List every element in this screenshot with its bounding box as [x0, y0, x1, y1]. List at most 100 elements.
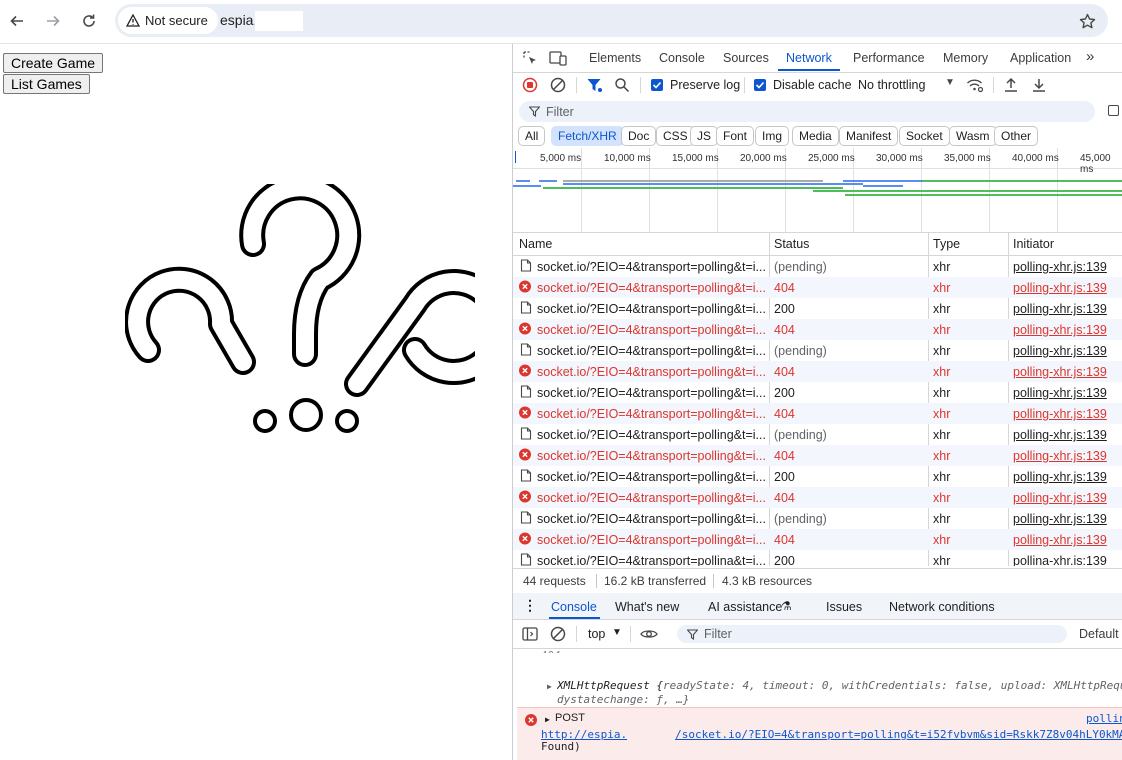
request-initiator[interactable]: polling-xhr.js:139	[1013, 281, 1121, 295]
error-url-link[interactable]: http://espia./socket.io/?EIO=4&transport…	[541, 726, 1122, 741]
filter-chip-img[interactable]: Img	[755, 126, 790, 146]
filter-chip-media[interactable]: Media	[792, 126, 839, 146]
drawer-tab-issues[interactable]: Issues	[826, 600, 862, 614]
request-initiator[interactable]: polling-xhr.js:139	[1013, 449, 1121, 463]
dropdown-arrow-icon[interactable]: ▼	[612, 627, 622, 638]
clear-console-button[interactable]	[549, 625, 567, 643]
request-initiator[interactable]: polling-xhr.js:139	[1013, 512, 1121, 526]
request-initiator[interactable]: polling-xhr.js:139	[1013, 470, 1121, 484]
url-text[interactable]: espia.	[220, 12, 257, 28]
expand-triangle-icon[interactable]: ▶	[547, 682, 552, 691]
export-har-button[interactable]	[1030, 76, 1048, 94]
network-filter-input[interactable]: Filter	[519, 101, 1095, 122]
drawer-tab-whats-new[interactable]: What's new	[615, 600, 679, 614]
filter-chip-wasm[interactable]: Wasm	[949, 126, 997, 146]
table-row[interactable]: socket.io/?EIO=4&transport=polling&t=i..…	[513, 361, 1122, 382]
search-button[interactable]	[613, 76, 631, 94]
log-levels-select[interactable]: Default	[1079, 627, 1119, 641]
table-row[interactable]: socket.io/?EIO=4&transport=polling&t=i..…	[513, 298, 1122, 319]
table-row[interactable]: socket.io/?EIO=4&transport=pollina&t=i..…	[513, 550, 1122, 566]
preserve-log-label[interactable]: Preserve log	[670, 78, 740, 92]
request-initiator[interactable]: polling-xhr.js:139	[1013, 260, 1121, 274]
table-row[interactable]: socket.io/?EIO=4&transport=polling&t=i..…	[513, 508, 1122, 529]
tab-performance[interactable]: Performance	[853, 51, 925, 65]
request-initiator[interactable]: polling-xhr.js:139	[1013, 302, 1121, 316]
drawer-tab-console[interactable]: Console	[551, 600, 597, 614]
filter-chip-css[interactable]: CSS	[656, 126, 695, 146]
import-har-button[interactable]	[1002, 76, 1020, 94]
column-header-status[interactable]: Status	[774, 237, 809, 251]
console-sidebar-button[interactable]	[521, 625, 539, 643]
table-row[interactable]: socket.io/?EIO=4&transport=polling&t=i..…	[513, 445, 1122, 466]
disable-cache-checkbox[interactable]	[754, 79, 766, 91]
tab-network[interactable]: Network	[786, 51, 832, 65]
filter-chip-fetch-xhr[interactable]: Fetch/XHR	[551, 126, 624, 146]
disable-cache-label[interactable]: Disable cache	[773, 78, 852, 92]
preserve-log-checkbox[interactable]	[651, 79, 663, 91]
context-select[interactable]: top	[588, 627, 605, 641]
request-initiator[interactable]: polling-xhr.js:139	[1013, 407, 1121, 421]
table-row[interactable]: socket.io/?EIO=4&transport=polling&t=i..…	[513, 529, 1122, 550]
throttling-select[interactable]: No throttling	[858, 78, 925, 92]
table-row[interactable]: socket.io/?EIO=4&transport=polling&t=i..…	[513, 319, 1122, 340]
request-initiator[interactable]: polling-xhr.js:139	[1013, 365, 1121, 379]
tab-application[interactable]: Application	[1010, 51, 1071, 65]
request-initiator[interactable]: polling-xhr.js:139	[1013, 386, 1121, 400]
clear-button[interactable]	[549, 76, 567, 94]
table-row[interactable]: socket.io/?EIO=4&transport=polling&t=i..…	[513, 382, 1122, 403]
dropdown-arrow-icon[interactable]: ▼	[945, 77, 955, 88]
network-conditions-button[interactable]	[965, 76, 985, 94]
table-row[interactable]: socket.io/?EIO=4&transport=polling&t=i..…	[513, 466, 1122, 487]
column-header-name[interactable]: Name	[519, 237, 552, 251]
drawer-menu-icon[interactable]: ⋮	[523, 597, 537, 614]
filter-chip-doc[interactable]: Doc	[621, 126, 657, 146]
tab-memory[interactable]: Memory	[943, 51, 988, 65]
request-initiator[interactable]: polling-xhr.js:139	[1013, 491, 1121, 505]
live-expression-button[interactable]	[639, 625, 659, 643]
tab-sources[interactable]: Sources	[723, 51, 769, 65]
console-filter-input[interactable]: Filter	[677, 625, 1067, 643]
site-info-chip[interactable]: Not secure	[118, 7, 218, 34]
request-initiator[interactable]: polling-xhr.js:139	[1013, 323, 1121, 337]
request-initiator[interactable]: polling-xhr.js:139	[1013, 533, 1121, 547]
back-button[interactable]	[5, 9, 29, 33]
table-row[interactable]: socket.io/?EIO=4&transport=polling&t=i..…	[513, 487, 1122, 508]
drawer-tab-ai-assistance[interactable]: AI assistance	[708, 600, 782, 614]
filter-chip-other[interactable]: Other	[994, 126, 1039, 146]
expand-triangle-icon[interactable]: ▶	[545, 715, 550, 724]
device-toolbar-button[interactable]	[549, 49, 567, 67]
console-object-line[interactable]: XMLHttpRequest {readyState: 4, timeout: …	[557, 679, 1122, 692]
more-tabs-chevron-icon[interactable]: »	[1086, 48, 1094, 65]
filter-toggle-button[interactable]	[585, 76, 603, 94]
request-initiator[interactable]: pollina-xhr.is:139	[1013, 554, 1121, 566]
filter-chip-all[interactable]: All	[518, 126, 546, 146]
request-initiator[interactable]: polling-xhr.js:139	[1013, 344, 1121, 358]
invert-filter-checkbox[interactable]	[1108, 105, 1119, 116]
reload-button[interactable]	[77, 9, 101, 33]
request-initiator[interactable]: polling-xhr.js:139	[1013, 428, 1121, 442]
inspect-element-button[interactable]	[521, 49, 539, 67]
address-bar[interactable]: Not secure espia.	[115, 4, 1108, 37]
bookmark-button[interactable]	[1075, 9, 1099, 33]
download-icon	[1033, 79, 1045, 92]
column-header-type[interactable]: Type	[933, 237, 960, 251]
table-row[interactable]: socket.io/?EIO=4&transport=polling&t=i..…	[513, 424, 1122, 445]
tab-elements[interactable]: Elements	[589, 51, 641, 65]
drawer-tab-network-conditions[interactable]: Network conditions	[889, 600, 995, 614]
forward-button[interactable]	[41, 9, 65, 33]
table-row[interactable]: socket.io/?EIO=4&transport=polling&t=i..…	[513, 277, 1122, 298]
table-row[interactable]: socket.io/?EIO=4&transport=polling&t=i..…	[513, 340, 1122, 361]
filter-chip-js[interactable]: JS	[690, 126, 719, 146]
table-row[interactable]: socket.io/?EIO=4&transport=polling&t=i..…	[513, 403, 1122, 424]
filter-chip-manifest[interactable]: Manifest	[839, 126, 899, 146]
tab-console[interactable]: Console	[659, 51, 705, 65]
create-game-button[interactable]: Create Game	[3, 53, 104, 73]
filter-chip-font[interactable]: Font	[716, 126, 755, 146]
stop-recording-button[interactable]	[521, 76, 539, 94]
error-source-link[interactable]: pollin	[1086, 712, 1122, 725]
column-header-initiator[interactable]: Initiator	[1013, 237, 1054, 251]
network-overview-timeline[interactable]: 5,000 ms 10,000 ms 15,000 ms 20,000 ms 2…	[513, 148, 1122, 233]
table-row[interactable]: socket.io/?EIO=4&transport=polling&t=i..…	[513, 256, 1122, 277]
filter-chip-socket[interactable]: Socket	[899, 126, 950, 146]
list-games-button[interactable]: List Games	[3, 74, 90, 94]
